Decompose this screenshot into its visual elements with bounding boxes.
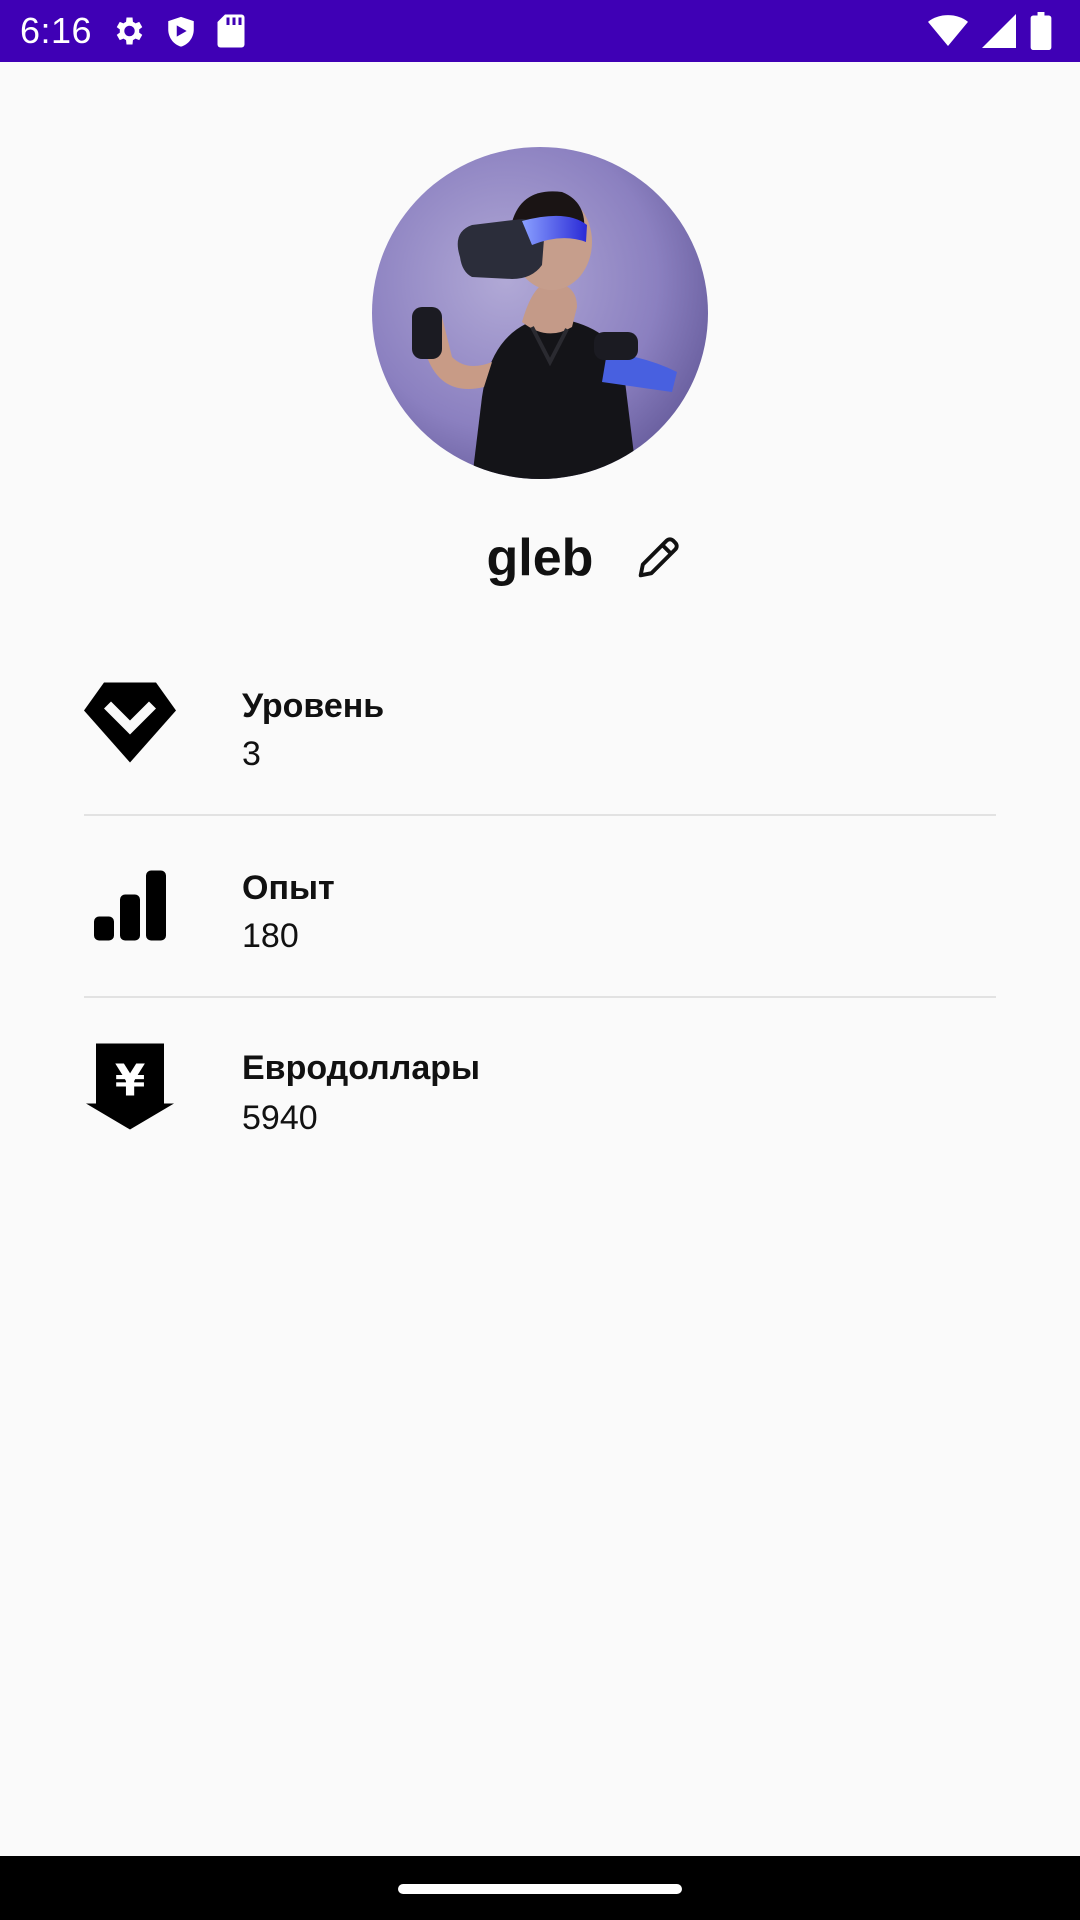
stat-value: 180	[242, 917, 299, 955]
name-row: gleb	[0, 520, 1080, 600]
stat-value: 3	[242, 735, 261, 773]
shield-icon	[164, 13, 198, 49]
stat-row-level: Уровень 3	[0, 635, 1080, 815]
cell-signal-icon	[982, 14, 1016, 48]
stat-row-experience: Опыт 180	[0, 817, 1080, 997]
home-handle[interactable]	[398, 1884, 682, 1894]
divider	[84, 996, 996, 998]
level-chevron-icon	[84, 682, 176, 768]
bar-chart-icon	[84, 865, 176, 950]
stat-label: Опыт	[242, 869, 335, 907]
stat-label: Евродоллары	[242, 1049, 481, 1087]
stat-value: 5940	[242, 1099, 318, 1137]
wifi-icon	[928, 14, 968, 48]
svg-text:¥: ¥	[115, 1056, 146, 1107]
status-bar: 6:16	[0, 0, 1080, 62]
divider	[84, 814, 996, 816]
yen-icon: ¥	[84, 1043, 176, 1135]
gear-icon	[110, 13, 146, 49]
sd-card-icon	[216, 13, 246, 49]
pencil-icon[interactable]	[632, 532, 684, 584]
avatar[interactable]	[372, 147, 708, 479]
user-name: gleb	[486, 529, 594, 587]
status-icons-right	[928, 0, 1052, 62]
battery-icon	[1030, 12, 1052, 50]
status-time: 6:16	[20, 10, 93, 51]
status-icons-left	[110, 13, 246, 49]
stat-row-eurodollars: ¥ Евродоллары 5940	[0, 999, 1080, 1179]
stat-label: Уровень	[242, 687, 385, 725]
